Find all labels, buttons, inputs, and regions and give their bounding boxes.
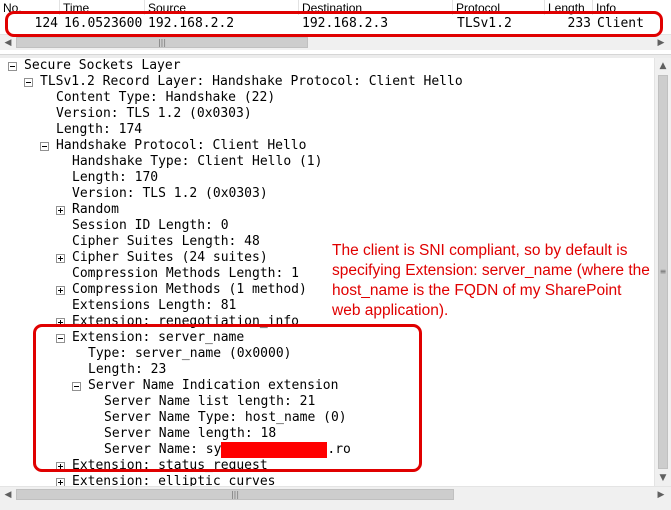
- scroll-up-icon[interactable]: ▲: [657, 60, 669, 72]
- tree-node-random[interactable]: Random: [72, 202, 119, 218]
- packet-source: 192.168.2.2: [148, 16, 235, 31]
- tree-field[interactable]: Version: TLS 1.2 (0x0303): [72, 186, 268, 202]
- tree-field-server-name[interactable]: Server Name: sy .ro: [104, 442, 351, 458]
- expand-icon[interactable]: [56, 318, 65, 327]
- tree-field[interactable]: Server Name Type: host_name (0): [104, 410, 347, 426]
- column-header-protocol[interactable]: Protocol: [453, 0, 545, 15]
- column-header-info[interactable]: Info: [593, 0, 671, 15]
- tree-field[interactable]: Compression Methods Length: 1: [72, 266, 299, 282]
- scrollbar-thumb[interactable]: ≡: [658, 75, 668, 469]
- tree-field[interactable]: Version: TLS 1.2 (0x0303): [56, 106, 252, 122]
- collapse-icon[interactable]: [40, 142, 49, 151]
- tree-node-ext-server-name[interactable]: Extension: server_name: [72, 330, 244, 346]
- tree-field[interactable]: Content Type: Handshake (22): [56, 90, 275, 106]
- column-header-length[interactable]: Length: [545, 0, 593, 15]
- scrollbar-thumb[interactable]: |||: [16, 489, 454, 500]
- tree-field[interactable]: Cipher Suites Length: 48: [72, 234, 260, 250]
- packet-time: 16.0523600: [64, 16, 143, 31]
- scroll-left-icon[interactable]: ◀: [2, 37, 14, 49]
- server-name-label: Server Name: sy: [104, 442, 222, 457]
- expand-icon[interactable]: [56, 254, 65, 263]
- tree-node-sni[interactable]: Server Name Indication extension: [88, 378, 338, 394]
- grip-icon: |||: [157, 38, 167, 47]
- collapse-icon[interactable]: [56, 334, 65, 343]
- tree-field[interactable]: Length: 170: [72, 170, 158, 186]
- expand-icon[interactable]: [56, 478, 65, 486]
- packet-destination: 192.168.2.3: [302, 16, 389, 31]
- column-header-source[interactable]: Source: [145, 0, 299, 15]
- column-header-destination[interactable]: Destination: [299, 0, 453, 15]
- scroll-down-icon[interactable]: ▼: [657, 472, 669, 484]
- annotation-callout: The client is SNI compliant, so by defau…: [332, 242, 650, 319]
- tree-field[interactable]: Length: 174: [56, 122, 142, 138]
- tree-node-ext-renegotiation[interactable]: Extension: renegotiation_info: [72, 314, 299, 330]
- column-header-no[interactable]: No.: [0, 0, 60, 15]
- tree-field[interactable]: Length: 23: [88, 362, 166, 378]
- packet-no: 124: [34, 16, 58, 31]
- tree-field[interactable]: Type: server_name (0x0000): [88, 346, 292, 362]
- tree-field[interactable]: Server Name list length: 21: [104, 394, 315, 410]
- expand-icon[interactable]: [56, 286, 65, 295]
- details-horizontal-scrollbar[interactable]: ◀ ||| ▶: [0, 486, 671, 510]
- tree-node-cipher-suites[interactable]: Cipher Suites (24 suites): [72, 250, 268, 266]
- tree-node-ext-status-request[interactable]: Extension: status_request: [72, 458, 268, 474]
- grip-icon: |||: [230, 490, 240, 499]
- collapse-icon[interactable]: [8, 62, 17, 71]
- grip-icon: ≡: [659, 267, 667, 276]
- packet-list-header: No. Time Source Destination Protocol Len…: [0, 0, 671, 16]
- tree-node-ssl[interactable]: Secure Sockets Layer: [24, 58, 181, 74]
- scrollbar-thumb[interactable]: |||: [16, 37, 308, 48]
- packet-length: 233: [567, 16, 591, 31]
- packet-list-horizontal-scrollbar[interactable]: ◀ ||| ▶: [0, 34, 671, 50]
- column-header-time[interactable]: Time: [60, 0, 145, 15]
- packet-protocol: TLSv1.2: [457, 16, 512, 31]
- details-vertical-scrollbar[interactable]: ▲ ≡ ▼: [654, 58, 671, 486]
- tree-node-record-layer[interactable]: TLSv1.2 Record Layer: Handshake Protocol…: [40, 74, 463, 90]
- expand-icon[interactable]: [56, 206, 65, 215]
- tree-field[interactable]: Session ID Length: 0: [72, 218, 229, 234]
- expand-icon[interactable]: [56, 462, 65, 471]
- tree-node-handshake[interactable]: Handshake Protocol: Client Hello: [56, 138, 306, 154]
- packet-row[interactable]: 124 16.0523600 192.168.2.2 192.168.2.3 T…: [0, 15, 671, 32]
- tree-node-ext-elliptic-curves[interactable]: Extension: elliptic_curves: [72, 474, 276, 486]
- packet-info: Client: [597, 16, 644, 31]
- redaction-block: [221, 442, 328, 458]
- collapse-icon[interactable]: [24, 78, 33, 87]
- server-name-suffix: .ro: [327, 442, 351, 457]
- scroll-right-icon[interactable]: ▶: [655, 489, 667, 501]
- scroll-left-icon[interactable]: ◀: [2, 489, 14, 501]
- scroll-right-icon[interactable]: ▶: [655, 37, 667, 49]
- tree-field[interactable]: Server Name length: 18: [104, 426, 276, 442]
- tree-node-compression-methods[interactable]: Compression Methods (1 method): [72, 282, 307, 298]
- tree-field[interactable]: Extensions Length: 81: [72, 298, 236, 314]
- tree-field[interactable]: Handshake Type: Client Hello (1): [72, 154, 322, 170]
- collapse-icon[interactable]: [72, 382, 81, 391]
